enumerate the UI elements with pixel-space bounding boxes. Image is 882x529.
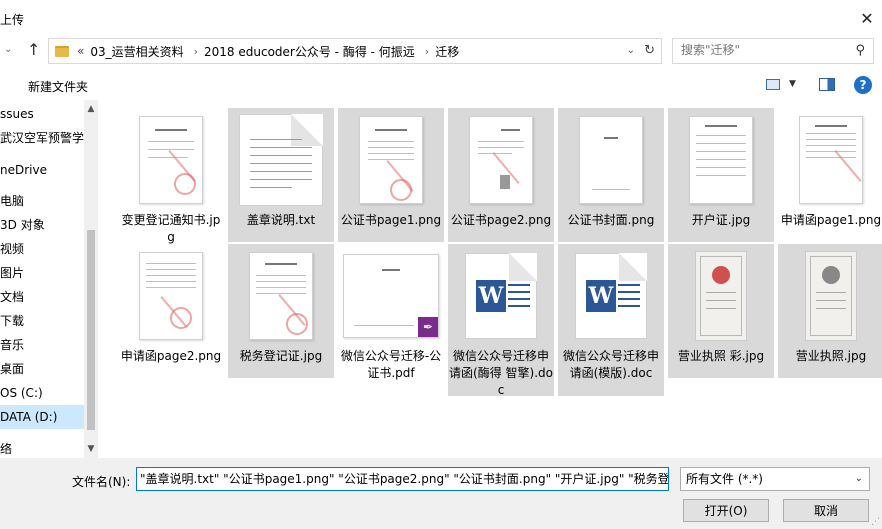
breadcrumb-item[interactable]: 03_运营相关资料 (90, 43, 183, 60)
word-document-icon: W (558, 248, 664, 344)
file-name: 开户证.jpg (691, 213, 751, 227)
file-item[interactable]: 开户证.jpg (668, 108, 774, 242)
sidebar-item-downloads[interactable]: 下载 (0, 309, 86, 333)
scroll-up-icon[interactable]: ▲ (84, 104, 98, 114)
file-open-dialog: 上传 ✕ ⌄ ↑ « 03_运营相关资料 › 2018 educoder公众号 … (0, 0, 882, 529)
breadcrumb-item[interactable]: 迁移 (435, 43, 459, 60)
file-item[interactable]: 申请函page2.png (118, 244, 224, 396)
cancel-button[interactable]: 取消 (783, 499, 869, 522)
preview-pane-icon[interactable] (819, 78, 835, 91)
breadcrumb-item[interactable]: 2018 educoder公众号 - 酶得 - 何振远 (204, 43, 415, 60)
file-name: 微信公众号迁移申请函(酶得 智擎).doc (449, 349, 553, 397)
sidebar-scrollbar[interactable]: ▲ ▼ (84, 100, 98, 458)
resize-grip-icon[interactable]: ⋰ (871, 517, 880, 527)
file-item[interactable]: 变更登记通知书.jpg (118, 108, 224, 244)
sidebar-item-issues[interactable]: ssues (0, 102, 86, 126)
image-thumbnail-icon (118, 112, 224, 208)
close-button[interactable]: ✕ (852, 0, 882, 36)
up-arrow-icon[interactable]: ↑ (27, 40, 40, 59)
sidebar-item-onedrive[interactable]: neDrive (0, 158, 86, 182)
view-mode-dropdown-icon[interactable]: ▼ (789, 79, 796, 89)
file-item[interactable]: W 微信公众号迁移申请函(模版).doc (558, 244, 664, 396)
view-mode-icon[interactable] (766, 79, 780, 90)
sidebar-item-3d-objects[interactable]: 3D 对象 (0, 213, 86, 237)
breadcrumb-overflow-icon[interactable]: « (77, 44, 84, 58)
file-item[interactable]: 盖章说明.txt (228, 108, 334, 242)
help-icon[interactable]: ? (854, 76, 872, 94)
file-list: 变更登记通知书.jpg 盖章说明.txt 公证书page1.png 公证书pag… (98, 100, 882, 458)
image-thumbnail-icon (778, 112, 882, 208)
image-thumbnail-icon (338, 112, 444, 208)
chevron-down-icon[interactable]: ⌄ (855, 468, 863, 490)
window-title: 上传 (0, 13, 25, 27)
breadcrumb-separator-icon[interactable]: › (194, 45, 198, 58)
filetype-select[interactable]: 所有文件 (*.*) ⌄ (680, 467, 870, 491)
file-item[interactable]: W 微信公众号迁移申请函(酶得 智擎).doc (448, 244, 554, 397)
pdf-badge-icon: ✒ (418, 317, 438, 337)
file-name: 公证书page2.png (450, 213, 552, 227)
search-box[interactable]: ⚲ (672, 38, 874, 64)
file-name: 微信公众号迁移申请函(模版).doc (562, 349, 659, 380)
image-thumbnail-icon (228, 248, 334, 344)
refresh-icon[interactable]: ↻ (644, 43, 655, 58)
sidebar-item-drive-c[interactable]: OS (C:) (0, 381, 86, 405)
file-name: 营业执照.jpg (795, 349, 867, 363)
file-name: 申请函page1.png (780, 213, 882, 227)
toolbar: 新建文件夹 ▼ ? (0, 70, 882, 100)
sidebar-item-drive-d[interactable]: DATA (D:) (0, 405, 86, 429)
file-item[interactable]: 营业执照.jpg (778, 244, 882, 378)
filetype-value: 所有文件 (*.*) (686, 472, 763, 486)
sidebar-item-music[interactable]: 音乐 (0, 333, 86, 357)
open-button[interactable]: 打开(O) (683, 499, 769, 522)
image-thumbnail-icon (778, 248, 882, 344)
new-folder-button[interactable]: 新建文件夹 (28, 78, 88, 95)
sidebar-item-pictures[interactable]: 图片 (0, 261, 86, 285)
address-row: ⌄ ↑ « 03_运营相关资料 › 2018 educoder公众号 - 酶得 … (0, 36, 882, 66)
scrollbar-thumb[interactable] (87, 230, 95, 430)
breadcrumb-separator-icon[interactable]: › (425, 45, 429, 58)
image-thumbnail-icon (448, 112, 554, 208)
image-thumbnail-icon (118, 248, 224, 344)
file-name: 公证书page1.png (340, 213, 442, 227)
file-item[interactable]: ✒ 微信公众号迁移-公证书.pdf (338, 244, 444, 396)
file-item[interactable]: 税务登记证.jpg (228, 244, 334, 378)
file-name: 变更登记通知书.jpg (121, 213, 221, 244)
file-item[interactable]: 公证书封面.png (558, 108, 664, 242)
title-bar: 上传 ✕ (0, 0, 882, 36)
word-document-icon: W (448, 248, 554, 344)
sidebar-item-desktop[interactable]: 桌面 (0, 357, 86, 381)
file-name: 盖章说明.txt (246, 213, 316, 227)
bottom-panel: 文件名(N): "盖章说明.txt" "公证书page1.png" "公证书pa… (0, 458, 882, 529)
folder-icon (55, 45, 69, 57)
pdf-file-icon: ✒ (338, 248, 444, 344)
address-bar[interactable]: « 03_运营相关资料 › 2018 educoder公众号 - 酶得 - 何振… (48, 38, 662, 64)
file-name: 申请函page2.png (120, 349, 222, 363)
file-item[interactable]: 申请函page1.png (778, 108, 882, 242)
navigation-pane: ssues 武汉空军预警学I neDrive 电脑 3D 对象 视频 图片 文档… (0, 100, 98, 458)
search-icon[interactable]: ⚲ (855, 43, 865, 58)
recent-locations-chevron-icon[interactable]: ⌄ (4, 44, 12, 55)
sidebar-item-wuhan[interactable]: 武汉空军预警学I (0, 126, 86, 150)
scroll-down-icon[interactable]: ▼ (84, 444, 98, 454)
filename-input[interactable]: "盖章说明.txt" "公证书page1.png" "公证书page2.png"… (136, 467, 669, 491)
sidebar-item-videos[interactable]: 视频 (0, 237, 86, 261)
file-name: 营业执照 彩.jpg (677, 349, 765, 363)
image-thumbnail-icon (668, 248, 774, 344)
search-input[interactable] (681, 43, 841, 57)
filename-label: 文件名(N): (72, 475, 131, 489)
file-item[interactable]: 公证书page1.png (338, 108, 444, 242)
file-item[interactable]: 公证书page2.png (448, 108, 554, 242)
file-name: 公证书封面.png (567, 213, 655, 227)
file-name: 微信公众号迁移-公证书.pdf (340, 349, 442, 380)
file-item[interactable]: 营业执照 彩.jpg (668, 244, 774, 378)
image-thumbnail-icon (558, 112, 664, 208)
text-file-icon (228, 112, 334, 208)
sidebar-item-this-pc[interactable]: 电脑 (0, 189, 86, 213)
sidebar-item-documents[interactable]: 文档 (0, 285, 86, 309)
address-dropdown-icon[interactable]: ⌄ (627, 45, 635, 56)
file-name: 税务登记证.jpg (239, 349, 323, 363)
image-thumbnail-icon (668, 112, 774, 208)
